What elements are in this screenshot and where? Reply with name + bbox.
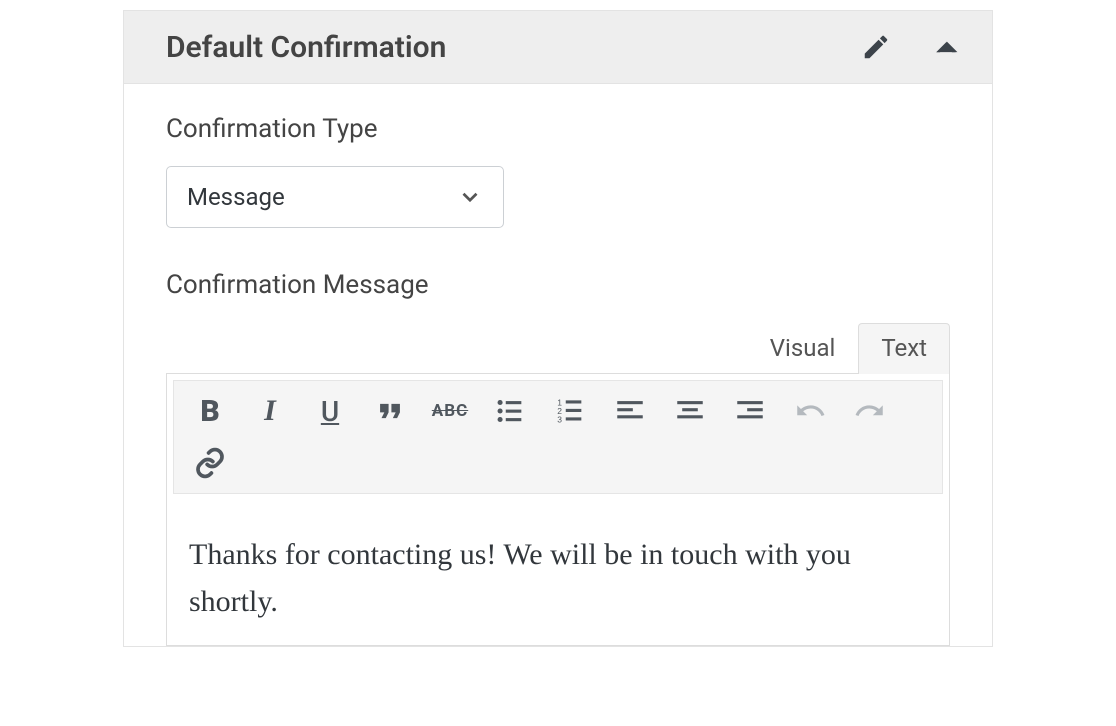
align-left-button[interactable] [600,385,660,437]
align-left-icon [613,394,647,428]
bold-icon: B [200,394,219,429]
editor-content[interactable]: Thanks for contacting us! We will be in … [167,500,949,645]
tab-visual[interactable]: Visual [747,323,859,374]
confirmation-message-label: Confirmation Message [166,270,950,300]
editor-toolbar: B I U ABC [173,380,943,494]
panel-body: Confirmation Type Message Confirmation M… [124,84,992,646]
numbered-list-button[interactable]: 1 2 3 [540,385,600,437]
undo-button[interactable] [780,385,840,437]
underline-button[interactable]: U [300,385,360,437]
edit-button[interactable] [858,29,894,65]
link-icon [193,446,227,480]
blockquote-button[interactable] [360,385,420,437]
select-value: Message [187,183,457,211]
panel-header: Default Confirmation [124,11,992,84]
confirmation-type-label: Confirmation Type [166,114,950,144]
editor: B I U ABC [166,373,950,646]
chevron-down-icon [457,184,483,210]
bullet-list-button[interactable] [480,385,540,437]
pencil-icon [861,32,891,62]
align-center-icon [673,394,707,428]
redo-icon [853,394,887,428]
confirmation-type-select[interactable]: Message [166,166,504,228]
redo-button[interactable] [840,385,900,437]
underline-icon: U [321,395,339,428]
editor-tabs: Visual Text [166,322,950,373]
panel-actions [858,29,964,65]
collapse-button[interactable] [928,29,964,65]
bullet-list-icon [493,394,527,428]
align-center-button[interactable] [660,385,720,437]
confirmation-panel: Default Confirmation Confirmation Type M… [123,10,993,647]
align-right-button[interactable] [720,385,780,437]
chevron-up-icon [928,29,964,65]
link-button[interactable] [180,437,240,489]
undo-icon [793,394,827,428]
tab-text[interactable]: Text [858,323,950,374]
numbered-list-icon: 1 2 3 [553,394,587,428]
strikethrough-icon: ABC [432,401,468,421]
panel-title: Default Confirmation [166,30,446,65]
bold-button[interactable]: B [180,385,240,437]
svg-text:3: 3 [557,414,562,424]
quote-icon [373,394,407,428]
italic-icon: I [264,394,276,428]
strikethrough-button[interactable]: ABC [420,385,480,437]
align-right-icon [733,394,767,428]
italic-button[interactable]: I [240,385,300,437]
